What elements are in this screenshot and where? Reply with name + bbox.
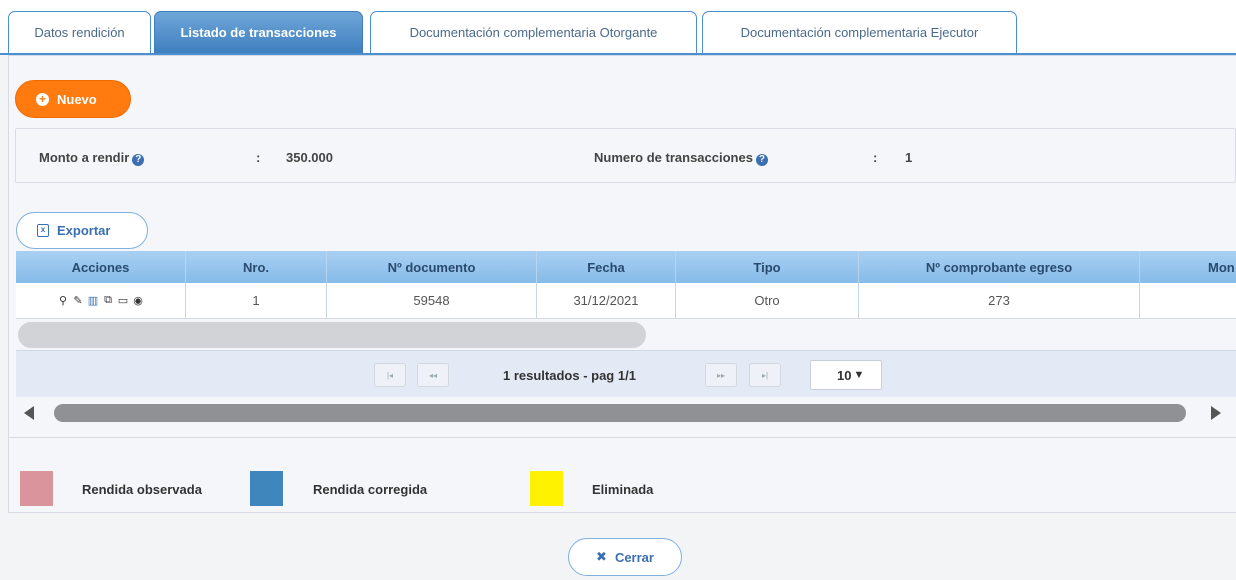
tab-label: Listado de transacciones bbox=[180, 25, 337, 40]
tab-listado-transacciones[interactable]: Listado de transacciones bbox=[154, 11, 363, 53]
scroll-right-arrow-icon[interactable] bbox=[1211, 406, 1221, 420]
comment-icon[interactable]: ▭ bbox=[118, 294, 129, 307]
column-header-fecha[interactable]: Fecha bbox=[537, 251, 676, 283]
column-header-acciones[interactable]: Acciones bbox=[16, 251, 186, 283]
nuevo-button-label: Nuevo bbox=[57, 91, 97, 107]
first-page-button[interactable]: |◂ bbox=[374, 363, 406, 387]
plus-circle-icon: + bbox=[36, 92, 49, 106]
page-size-value: 10 bbox=[837, 367, 852, 383]
exportar-button[interactable]: x Exportar bbox=[16, 212, 148, 249]
help-icon[interactable]: ? bbox=[755, 154, 768, 166]
cell-documento: 59548 bbox=[327, 283, 537, 318]
column-header-tipo[interactable]: Tipo bbox=[676, 251, 859, 283]
tab-label: Documentación complementaria Ejecutor bbox=[740, 25, 979, 40]
column-header-comprobante[interactable]: Nº comprobante egreso bbox=[859, 251, 1140, 283]
search-icon[interactable]: ⚲ bbox=[58, 294, 69, 307]
cerrar-button[interactable]: ✖ Cerrar bbox=[568, 538, 682, 576]
summary-box: Monto a rendir? : 350.000 Numero de tran… bbox=[15, 128, 1236, 183]
edit-icon[interactable]: ✎ bbox=[73, 294, 84, 307]
tab-label: Datos rendición bbox=[34, 25, 125, 40]
numero-label-text: Numero de transacciones bbox=[594, 150, 753, 165]
table-row[interactable]: ⚲ ✎ ▥ ⧉ ▭ ◉ 1 59548 31/12/2021 Otro 273 bbox=[16, 283, 1236, 319]
tab-bar: Datos rendición Listado de transacciones… bbox=[0, 0, 1236, 54]
numero-value: 1 bbox=[905, 150, 913, 165]
monto-label: Monto a rendir? bbox=[39, 150, 145, 166]
cell-nro: 1 bbox=[186, 283, 327, 318]
exportar-button-label: Exportar bbox=[57, 223, 111, 238]
column-header-documento[interactable]: Nº documento bbox=[327, 251, 537, 283]
caret-down-icon: ▼ bbox=[853, 369, 865, 381]
column-header-nro[interactable]: Nro. bbox=[186, 251, 327, 283]
monto-value: 350.000 bbox=[286, 150, 333, 165]
column-header-monto[interactable]: Mon bbox=[1140, 251, 1236, 283]
legend-label-corregida: Rendida corregida bbox=[313, 482, 428, 497]
view-icon[interactable]: ◉ bbox=[133, 294, 144, 307]
legend-swatch-corregida bbox=[250, 471, 283, 506]
cell-monto bbox=[1140, 283, 1236, 318]
delete-icon[interactable]: ▥ bbox=[88, 294, 99, 307]
close-icon: ✖ bbox=[596, 549, 607, 564]
prev-page-button[interactable]: ◂◂ bbox=[417, 363, 449, 387]
tab-label: Documentación complementaria Otorgante bbox=[409, 25, 658, 40]
numero-separator: : bbox=[873, 150, 878, 165]
cell-comprobante: 273 bbox=[859, 283, 1140, 318]
monto-label-text: Monto a rendir bbox=[39, 150, 130, 165]
page-horizontal-scrollbar[interactable] bbox=[18, 402, 1236, 424]
row-actions: ⚲ ✎ ▥ ⧉ ▭ ◉ bbox=[16, 283, 186, 318]
cell-fecha: 31/12/2021 bbox=[537, 283, 676, 318]
tab-doc-ejecutor[interactable]: Documentación complementaria Ejecutor bbox=[702, 11, 1017, 53]
table-header: Acciones Nro. Nº documento Fecha Tipo Nº… bbox=[16, 251, 1236, 283]
nuevo-button[interactable]: + Nuevo bbox=[15, 80, 131, 118]
pagination-bar: |◂ ◂◂ 1 resultados - pag 1/1 ▸▸ ▸| 10 ▼ bbox=[16, 350, 1236, 397]
pagination-status: 1 resultados - pag 1/1 bbox=[503, 368, 636, 383]
copy-icon[interactable]: ⧉ bbox=[103, 294, 114, 307]
legend-label-observada: Rendida observada bbox=[82, 482, 202, 497]
excel-file-icon: x bbox=[37, 224, 49, 237]
tab-doc-otorgante[interactable]: Documentación complementaria Otorgante bbox=[370, 11, 697, 53]
legend-swatch-eliminada bbox=[530, 471, 563, 506]
legend-label-eliminada: Eliminada bbox=[592, 482, 654, 497]
legend-swatch-observada bbox=[20, 471, 53, 506]
page-size-select[interactable]: 10 ▼ bbox=[810, 360, 882, 390]
next-page-button[interactable]: ▸▸ bbox=[705, 363, 737, 387]
cerrar-button-label: Cerrar bbox=[614, 549, 654, 565]
table-horizontal-scrollbar[interactable] bbox=[18, 322, 646, 348]
last-page-button[interactable]: ▸| bbox=[749, 363, 781, 387]
help-icon[interactable]: ? bbox=[132, 154, 145, 166]
monto-separator: : bbox=[256, 150, 261, 165]
scroll-thumb[interactable] bbox=[54, 404, 1186, 422]
scroll-left-arrow-icon[interactable] bbox=[24, 406, 34, 420]
divider bbox=[8, 437, 1236, 438]
tab-datos-rendicion[interactable]: Datos rendición bbox=[8, 11, 151, 53]
cell-tipo: Otro bbox=[676, 283, 859, 318]
numero-label: Numero de transacciones? bbox=[594, 150, 768, 166]
